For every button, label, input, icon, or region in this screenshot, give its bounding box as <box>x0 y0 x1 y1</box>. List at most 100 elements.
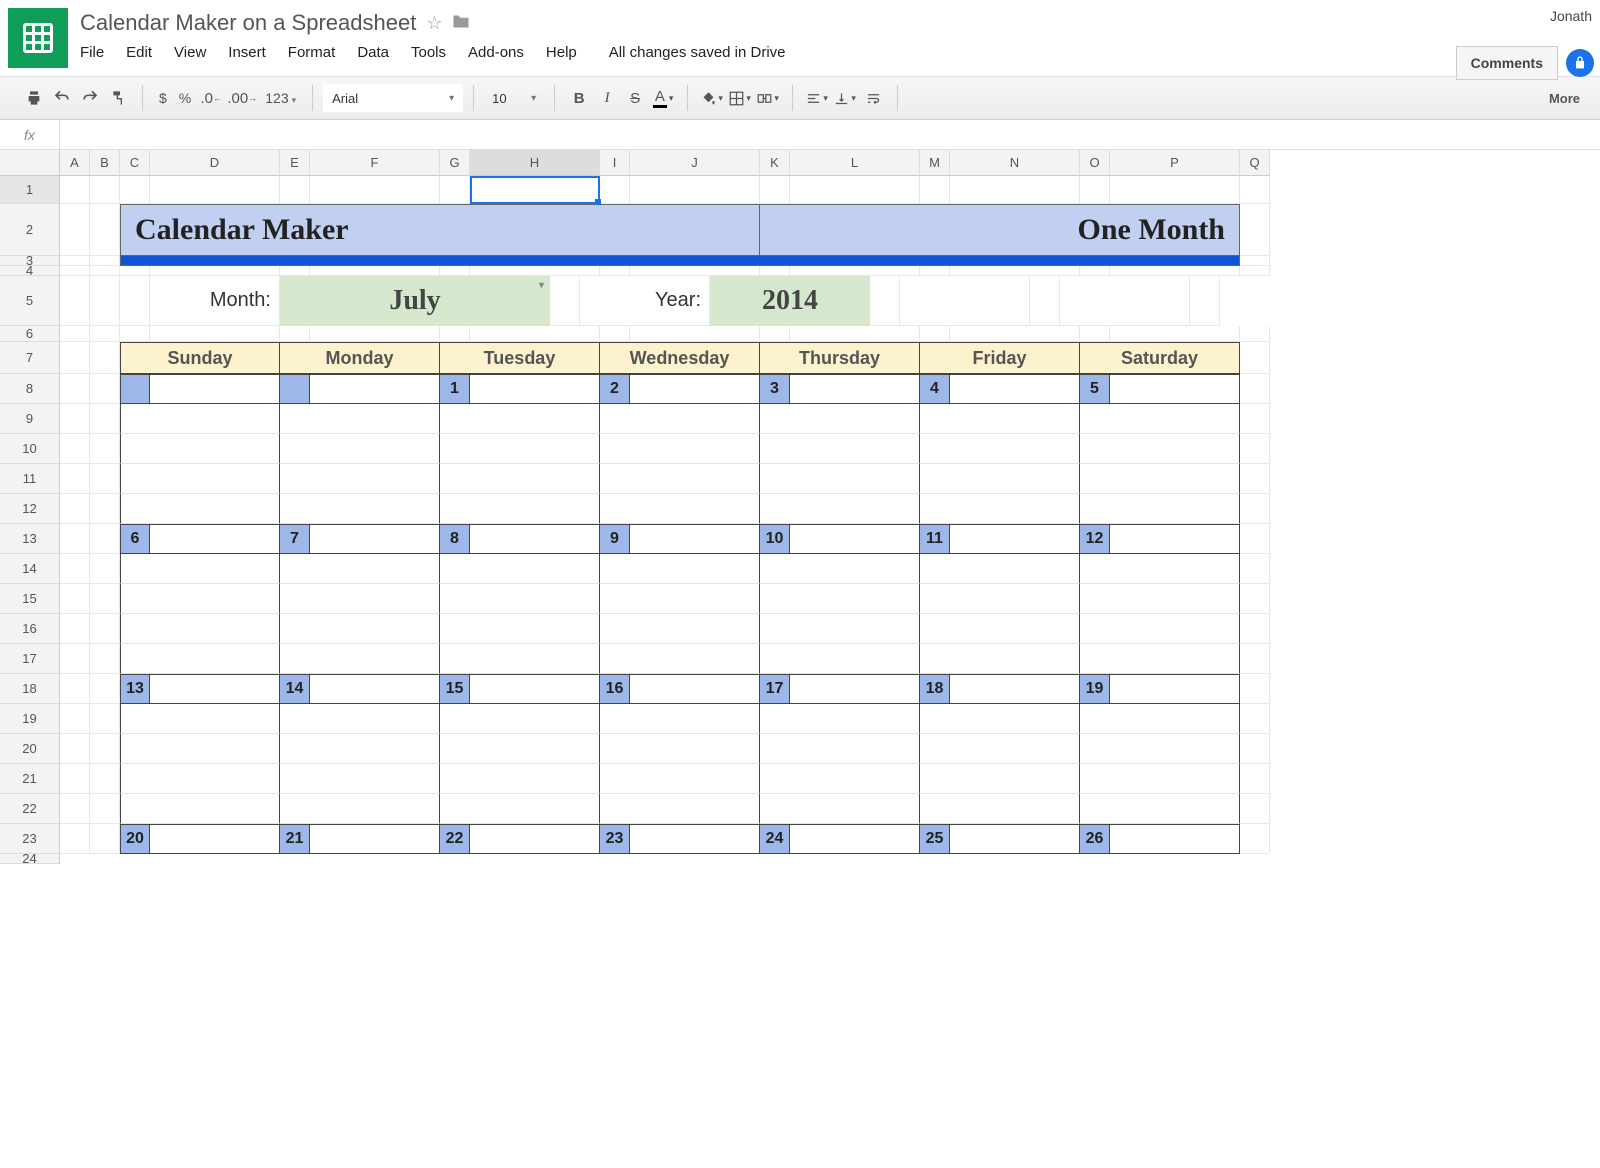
cell-A9[interactable] <box>60 404 90 434</box>
note-cell-w0-d5-r3[interactable] <box>920 464 1080 494</box>
note-cell-w0-d3-r2[interactable] <box>600 434 760 464</box>
sheets-logo[interactable] <box>8 8 68 68</box>
date-cell-w2-d2[interactable]: 15 <box>440 674 470 704</box>
note-cell-w0-d6-r3[interactable] <box>1080 464 1240 494</box>
cell-A4[interactable] <box>60 266 90 276</box>
text-wrap-button[interactable] <box>859 83 887 113</box>
calendar-title-right[interactable]: One Month <box>760 204 1240 256</box>
note-cell-w0-d3-r4[interactable] <box>600 494 760 524</box>
date-span-w1-d0[interactable] <box>150 524 280 554</box>
note-cell-w0-d0-r3[interactable] <box>120 464 280 494</box>
cell-I1[interactable] <box>600 176 630 204</box>
date-span-w0-d3[interactable] <box>630 374 760 404</box>
note-cell-w0-d2-r2[interactable] <box>440 434 600 464</box>
note-cell-w2-d0-r4[interactable] <box>120 794 280 824</box>
cell-A14[interactable] <box>60 554 90 584</box>
row-number-2[interactable]: 2 <box>0 204 60 256</box>
note-cell-w1-d5-r2[interactable] <box>920 584 1080 614</box>
cell-A3[interactable] <box>60 256 90 266</box>
date-span-w1-d4[interactable] <box>790 524 920 554</box>
cell-B23[interactable] <box>90 824 120 854</box>
row-number-21[interactable]: 21 <box>0 764 60 794</box>
cell-G4[interactable] <box>440 266 470 276</box>
cell-M6[interactable] <box>920 326 950 342</box>
merge-cells-button[interactable]: ▾ <box>754 83 782 113</box>
note-cell-w2-d6-r2[interactable] <box>1080 734 1240 764</box>
note-cell-w1-d1-r1[interactable] <box>280 554 440 584</box>
date-span-w0-d6[interactable] <box>1110 374 1240 404</box>
cell-B16[interactable] <box>90 614 120 644</box>
star-icon[interactable]: ☆ <box>426 13 442 34</box>
note-cell-w0-d2-r3[interactable] <box>440 464 600 494</box>
cell-A7[interactable] <box>60 342 90 374</box>
currency-button[interactable]: $ <box>153 90 173 106</box>
note-cell-w1-d4-r4[interactable] <box>760 644 920 674</box>
column-header-M[interactable]: M <box>920 150 950 176</box>
note-cell-w2-d0-r3[interactable] <box>120 764 280 794</box>
cell-A20[interactable] <box>60 734 90 764</box>
note-cell-w2-d2-r2[interactable] <box>440 734 600 764</box>
note-cell-w2-d5-r3[interactable] <box>920 764 1080 794</box>
date-cell-w2-d1[interactable]: 14 <box>280 674 310 704</box>
print-icon[interactable] <box>20 83 48 113</box>
cell-Q23[interactable] <box>1240 824 1270 854</box>
column-header-F[interactable]: F <box>310 150 440 176</box>
date-cell-w1-d3[interactable]: 9 <box>600 524 630 554</box>
day-header-thursday[interactable]: Thursday <box>760 342 920 374</box>
cell-H4[interactable] <box>470 266 600 276</box>
cell-B13[interactable] <box>90 524 120 554</box>
date-span-w2-d5[interactable] <box>950 674 1080 704</box>
cell-B4[interactable] <box>90 266 120 276</box>
note-cell-w2-d6-r3[interactable] <box>1080 764 1240 794</box>
note-cell-w0-d5-r1[interactable] <box>920 404 1080 434</box>
cell-Q2[interactable] <box>1240 204 1270 256</box>
cell-O6[interactable] <box>1080 326 1110 342</box>
day-header-monday[interactable]: Monday <box>280 342 440 374</box>
date-cell-w0-d6[interactable]: 5 <box>1080 374 1110 404</box>
cell-P6[interactable] <box>1110 326 1240 342</box>
note-cell-w0-d2-r4[interactable] <box>440 494 600 524</box>
more-toolbar-button[interactable]: More <box>1539 91 1590 106</box>
note-cell-w2-d0-r2[interactable] <box>120 734 280 764</box>
note-cell-w2-d1-r2[interactable] <box>280 734 440 764</box>
cell-Q10[interactable] <box>1240 434 1270 464</box>
note-cell-w0-d1-r3[interactable] <box>280 464 440 494</box>
date-cell-w3-d6[interactable]: 26 <box>1080 824 1110 854</box>
cell-A19[interactable] <box>60 704 90 734</box>
cell-A11[interactable] <box>60 464 90 494</box>
note-cell-w1-d4-r3[interactable] <box>760 614 920 644</box>
note-cell-w1-d3-r4[interactable] <box>600 644 760 674</box>
note-cell-w2-d2-r1[interactable] <box>440 704 600 734</box>
cell-A6[interactable] <box>60 326 90 342</box>
note-cell-w2-d5-r2[interactable] <box>920 734 1080 764</box>
note-cell-w0-d3-r1[interactable] <box>600 404 760 434</box>
cell-M4[interactable] <box>920 266 950 276</box>
note-cell-w1-d5-r3[interactable] <box>920 614 1080 644</box>
cell-L6[interactable] <box>790 326 920 342</box>
cell-Q19[interactable] <box>1240 704 1270 734</box>
menu-tools[interactable]: Tools <box>411 44 446 61</box>
column-header-A[interactable]: A <box>60 150 90 176</box>
note-cell-w2-d0-r1[interactable] <box>120 704 280 734</box>
note-cell-w1-d5-r1[interactable] <box>920 554 1080 584</box>
note-cell-w1-d6-r4[interactable] <box>1080 644 1240 674</box>
date-cell-w1-d2[interactable]: 8 <box>440 524 470 554</box>
cell-B11[interactable] <box>90 464 120 494</box>
cell-K6[interactable] <box>760 326 790 342</box>
date-span-w1-d3[interactable] <box>630 524 760 554</box>
note-cell-w2-d5-r1[interactable] <box>920 704 1080 734</box>
cell-A12[interactable] <box>60 494 90 524</box>
note-cell-w1-d0-r3[interactable] <box>120 614 280 644</box>
strikethrough-button[interactable]: S <box>621 83 649 113</box>
date-span-w0-d1[interactable] <box>310 374 440 404</box>
cell-B2[interactable] <box>90 204 120 256</box>
date-cell-w2-d6[interactable]: 19 <box>1080 674 1110 704</box>
note-cell-w1-d3-r3[interactable] <box>600 614 760 644</box>
menu-data[interactable]: Data <box>357 44 389 61</box>
cell-P1[interactable] <box>1110 176 1240 204</box>
date-span-w3-d0[interactable] <box>150 824 280 854</box>
note-cell-w2-d2-r3[interactable] <box>440 764 600 794</box>
menu-file[interactable]: File <box>80 44 104 61</box>
more-formats-button[interactable]: 123 <box>259 90 302 106</box>
cell-K1[interactable] <box>760 176 790 204</box>
